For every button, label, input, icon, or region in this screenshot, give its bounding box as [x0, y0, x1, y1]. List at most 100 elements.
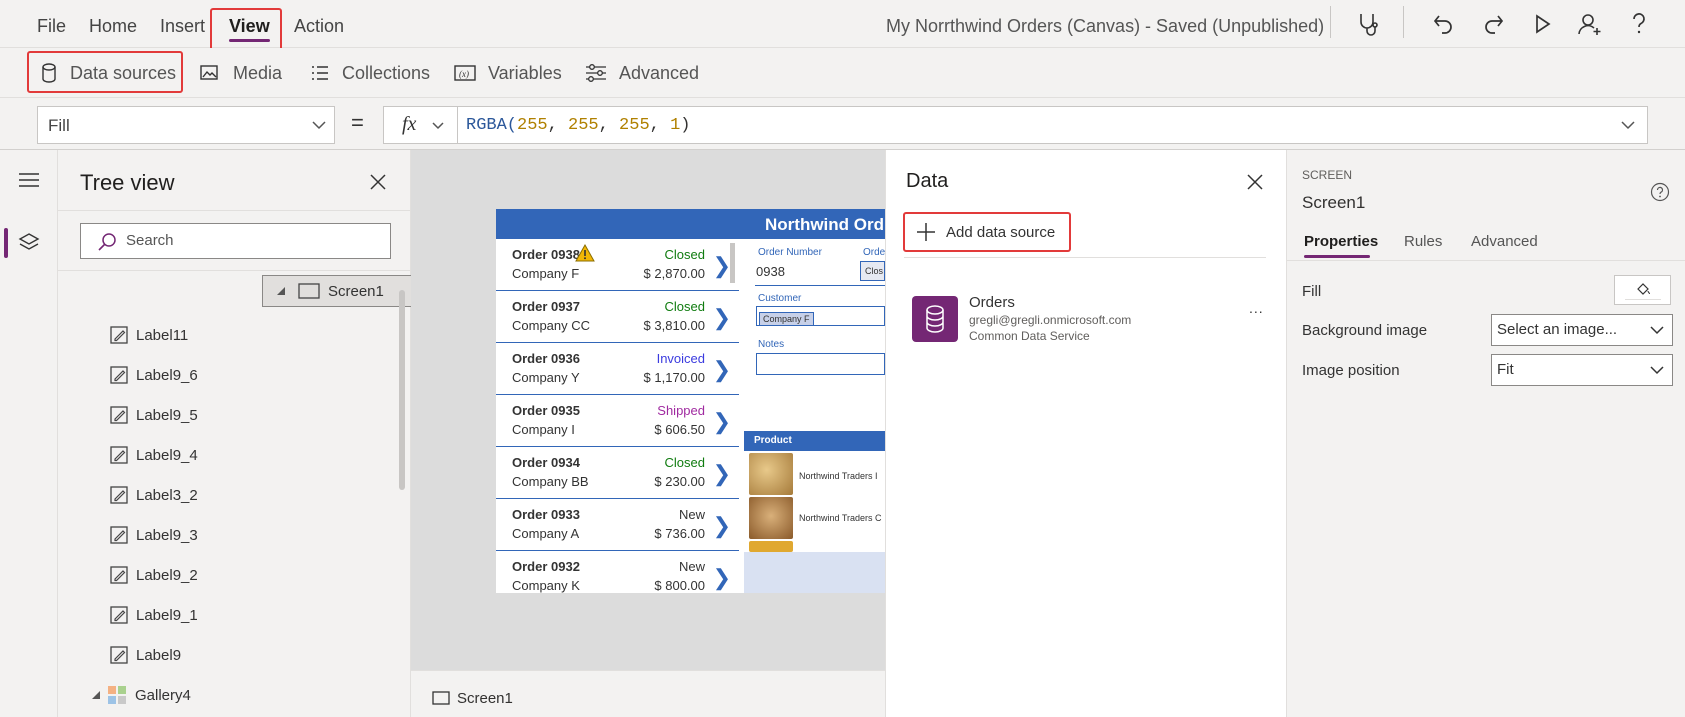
order-status-dropdown[interactable]: Clos — [860, 261, 885, 281]
order-amount: $ 1,170.00 — [643, 370, 705, 385]
background-image-dropdown[interactable]: Select an image... — [1491, 314, 1673, 346]
product-footer — [744, 552, 885, 593]
media-button[interactable]: Media — [199, 48, 282, 98]
undo-icon[interactable] — [1430, 10, 1458, 38]
chevron-right-icon[interactable]: ❯ — [713, 565, 731, 591]
order-row[interactable]: Order 0935 Company I Shipped $ 606.50 ❯ — [496, 395, 739, 447]
label-icon — [110, 526, 128, 544]
tree-item[interactable]: Label9_4 — [58, 435, 408, 475]
order-number-value: 0938 — [756, 264, 785, 279]
tree-item[interactable]: Gallery4 — [58, 675, 408, 715]
order-row[interactable]: Order 0938 Company F Closed $ 2,870.00 ❯ — [496, 239, 739, 291]
more-options-button[interactable]: ... — [1249, 300, 1264, 316]
layers-icon[interactable] — [18, 232, 40, 254]
label-icon — [110, 646, 128, 664]
collections-button[interactable]: Collections — [310, 48, 430, 98]
tree-item[interactable]: Label9_5 — [58, 395, 408, 435]
expand-triangle-icon[interactable] — [91, 690, 101, 700]
image-position-dropdown[interactable]: Fit — [1491, 354, 1673, 386]
datasource-name[interactable]: Orders — [969, 294, 1015, 311]
divider — [58, 270, 411, 271]
chevron-right-icon[interactable]: ❯ — [713, 513, 731, 539]
tab-properties[interactable]: Properties — [1304, 233, 1378, 250]
order-detail-form: Order Number 0938 Orde Clos Customer Com… — [739, 239, 885, 593]
chevron-right-icon[interactable]: ❯ — [713, 305, 731, 331]
chevron-right-icon[interactable]: ❯ — [713, 409, 731, 435]
order-number: Order 0934 — [512, 455, 580, 470]
menu-file[interactable]: File — [37, 16, 66, 37]
app-preview[interactable]: Northwind Ord Order 0938 Company F Closed $… — [496, 209, 885, 593]
tree-item[interactable]: Label11 — [58, 315, 408, 355]
order-number: Order 0933 — [512, 507, 580, 522]
label-icon — [110, 406, 128, 424]
tree-item[interactable]: Label9 — [58, 635, 408, 675]
divider — [904, 257, 1266, 258]
tree-item[interactable]: Label9_2 — [58, 555, 408, 595]
app-checker-icon[interactable] — [1354, 10, 1382, 38]
chevron-down-icon — [1650, 366, 1664, 375]
redo-icon[interactable] — [1479, 10, 1507, 38]
settings-sliders-icon — [586, 64, 606, 82]
formula-arg: 1 — [670, 116, 681, 135]
close-icon[interactable] — [370, 174, 386, 190]
tree-search-input[interactable]: Search — [80, 223, 391, 259]
tree-scrollbar[interactable] — [399, 290, 405, 490]
tree-item[interactable]: Label9_3 — [58, 515, 408, 555]
customer-combobox[interactable]: Company F — [756, 306, 885, 326]
customer-tag: Company F — [759, 312, 814, 326]
order-row[interactable]: Order 0937 Company CC Closed $ 3,810.00 ❯ — [496, 291, 739, 343]
order-company: Company I — [512, 422, 575, 437]
tree-item[interactable]: Label3_2 — [58, 475, 408, 515]
advanced-button[interactable]: Advanced — [585, 48, 699, 98]
tab-rules[interactable]: Rules — [1404, 233, 1442, 250]
tree-item[interactable]: Label9_6 — [58, 355, 408, 395]
expand-triangle-icon[interactable] — [276, 286, 286, 296]
play-icon[interactable] — [1528, 10, 1556, 38]
menu-insert[interactable]: Insert — [160, 16, 205, 37]
order-row[interactable]: Order 0933 Company A New $ 736.00 ❯ — [496, 499, 739, 551]
fx-button[interactable]: fx — [383, 106, 458, 144]
order-row[interactable]: Order 0936 Company Y Invoiced $ 1,170.00 ❯ — [496, 343, 739, 395]
order-amount: $ 736.00 — [654, 526, 705, 541]
data-panel: Data Add data source Orders gregli@gregl… — [885, 150, 1287, 717]
menu-home[interactable]: Home — [89, 16, 137, 37]
order-company: Company BB — [512, 474, 589, 489]
menu-action[interactable]: Action — [294, 16, 344, 37]
help-icon[interactable] — [1650, 182, 1670, 202]
order-row[interactable]: Order 0932 Company K New $ 800.00 ❯ — [496, 551, 739, 593]
help-icon[interactable] — [1625, 10, 1653, 38]
share-user-icon[interactable] — [1576, 10, 1604, 38]
label-icon — [110, 446, 128, 464]
order-company: Company CC — [512, 318, 591, 333]
order-row[interactable]: Order 0934 Company BB Closed $ 230.00 ❯ — [496, 447, 739, 499]
properties-panel: SCREEN Screen1 Properties Rules Advanced… — [1287, 150, 1685, 717]
variables-button[interactable]: (x) Variables — [454, 48, 562, 98]
chevron-down-icon — [1650, 326, 1664, 335]
property-dropdown[interactable]: Fill — [37, 106, 335, 144]
divider — [1403, 6, 1404, 38]
tree-item-label: Label9_1 — [136, 606, 198, 624]
canvas-status-bar: Screen1 — [411, 670, 885, 717]
tab-advanced[interactable]: Advanced — [1471, 233, 1538, 250]
control-name[interactable]: Screen1 — [1302, 193, 1365, 213]
order-amount: $ 230.00 — [654, 474, 705, 489]
order-status: New — [678, 559, 705, 574]
expand-formula-icon[interactable] — [1621, 121, 1635, 130]
hamburger-icon[interactable] — [18, 172, 40, 188]
notes-label: Notes — [758, 339, 785, 350]
formula-input[interactable]: RGBA(255, 255, 255, 1) — [457, 106, 1648, 144]
tree-item[interactable]: Label9_1 — [58, 595, 408, 635]
fill-label: Fill — [1302, 283, 1322, 300]
chevron-right-icon[interactable]: ❯ — [713, 357, 731, 383]
fill-color-picker[interactable] — [1614, 275, 1671, 305]
divider — [1287, 260, 1685, 261]
chevron-right-icon[interactable]: ❯ — [713, 461, 731, 487]
media-icon — [200, 65, 218, 80]
paint-bucket-icon — [1637, 283, 1650, 295]
notes-input[interactable] — [756, 353, 885, 375]
tree-item-label: Label9_3 — [136, 526, 198, 544]
close-icon[interactable] — [1247, 174, 1263, 190]
current-screen-label[interactable]: Screen1 — [457, 690, 513, 707]
formula-separator: , — [547, 116, 569, 135]
chevron-right-icon[interactable]: ❯ — [713, 253, 731, 279]
